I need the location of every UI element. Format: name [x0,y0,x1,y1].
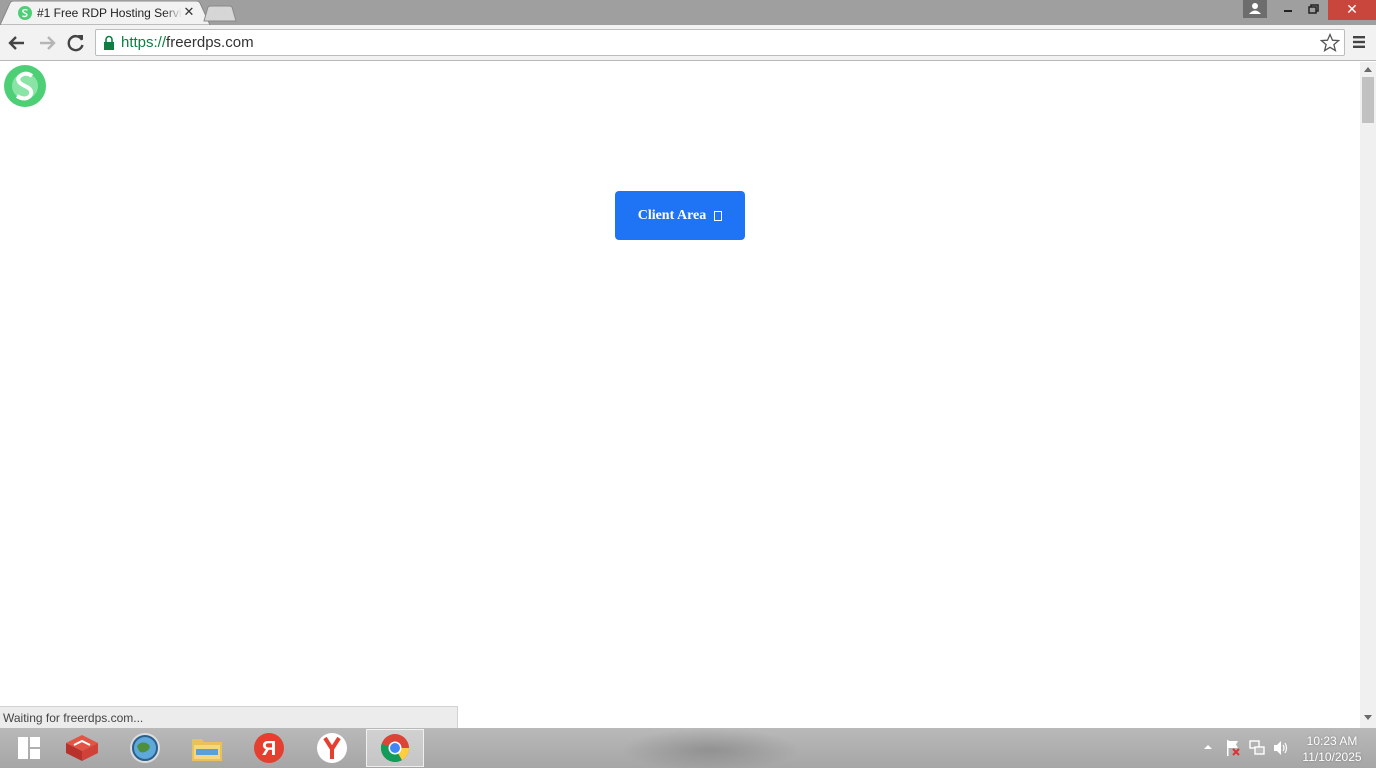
action-center-flag-icon[interactable] [1225,739,1241,757]
bookmark-star-icon[interactable] [1320,33,1340,53]
missing-glyph-icon [714,210,723,221]
show-hidden-icons-icon[interactable] [1203,740,1213,754]
folder-icon [192,739,222,761]
address-bar[interactable]: https://freerdps.com [95,29,1345,56]
restore-icon [1308,4,1319,14]
taskbar-yandex-browser[interactable]: Я [240,729,298,767]
close-window-button[interactable]: ✕ [1328,0,1376,20]
chrome-icon [380,734,409,762]
red-box-app-icon [66,735,98,761]
clock-date: 11/10/2025 [1302,750,1362,764]
scroll-down-arrow-icon[interactable] [1364,715,1372,720]
taskbar-chrome[interactable] [366,729,424,767]
clock-time: 10:23 AM [1306,734,1358,748]
page-viewport: Client Area Waiting for freerdps.com... [0,62,1360,728]
taskbar-yandex[interactable] [303,729,361,767]
url-host: freerdps.com [166,34,254,51]
svg-text:Я: Я [262,738,276,760]
vertical-scrollbar[interactable] [1360,62,1376,728]
volume-icon[interactable] [1272,739,1290,757]
network-icon[interactable] [1249,739,1265,757]
minimize-button[interactable] [1275,0,1301,18]
yandex-browser-icon: Я [254,733,284,763]
taskbar-browser-globe[interactable] [116,729,174,767]
start-button[interactable] [0,729,58,767]
lock-icon [104,35,114,50]
browser-toolbar: https://freerdps.com [0,25,1376,61]
yandex-y-icon [317,733,347,763]
url-text[interactable]: https://freerdps.com [121,34,254,51]
url-scheme: https:// [121,34,167,51]
forward-arrow-icon[interactable] [36,32,58,54]
person-icon [1249,3,1261,14]
status-bubble: Waiting for freerdps.com... [0,706,458,728]
reload-icon[interactable] [65,32,87,54]
window-titlebar: #1 Free RDP Hosting Service ✕ ✕ [0,0,1376,25]
taskbar-app-red[interactable] [53,729,111,767]
taskbar: Я 10:23 AM 11/10/2025 [0,728,1376,768]
client-area-label: Client Area [637,207,707,223]
scroll-thumb[interactable] [1362,77,1374,123]
profile-button[interactable] [1243,0,1267,18]
client-area-button[interactable]: Client Area [615,191,745,240]
active-tab[interactable]: #1 Free RDP Hosting Service ✕ [0,1,211,25]
menu-hamburger-icon[interactable] [1352,35,1366,49]
back-arrow-icon[interactable] [6,32,28,54]
tab-close-icon[interactable]: ✕ [182,5,196,19]
tab-title: #1 Free RDP Hosting Service [37,6,182,20]
globe-browser-icon [130,733,160,763]
scroll-up-arrow-icon[interactable] [1364,67,1372,72]
system-clock[interactable]: 10:23 AM 11/10/2025 [1296,733,1368,765]
restore-button[interactable] [1301,0,1327,18]
site-favicon-icon [18,6,32,20]
new-tab-button[interactable] [203,5,237,22]
taskbar-file-explorer[interactable] [178,729,236,767]
minimize-icon [1284,10,1292,12]
site-logo-icon[interactable] [4,65,46,107]
start-tiles-icon [18,737,40,759]
